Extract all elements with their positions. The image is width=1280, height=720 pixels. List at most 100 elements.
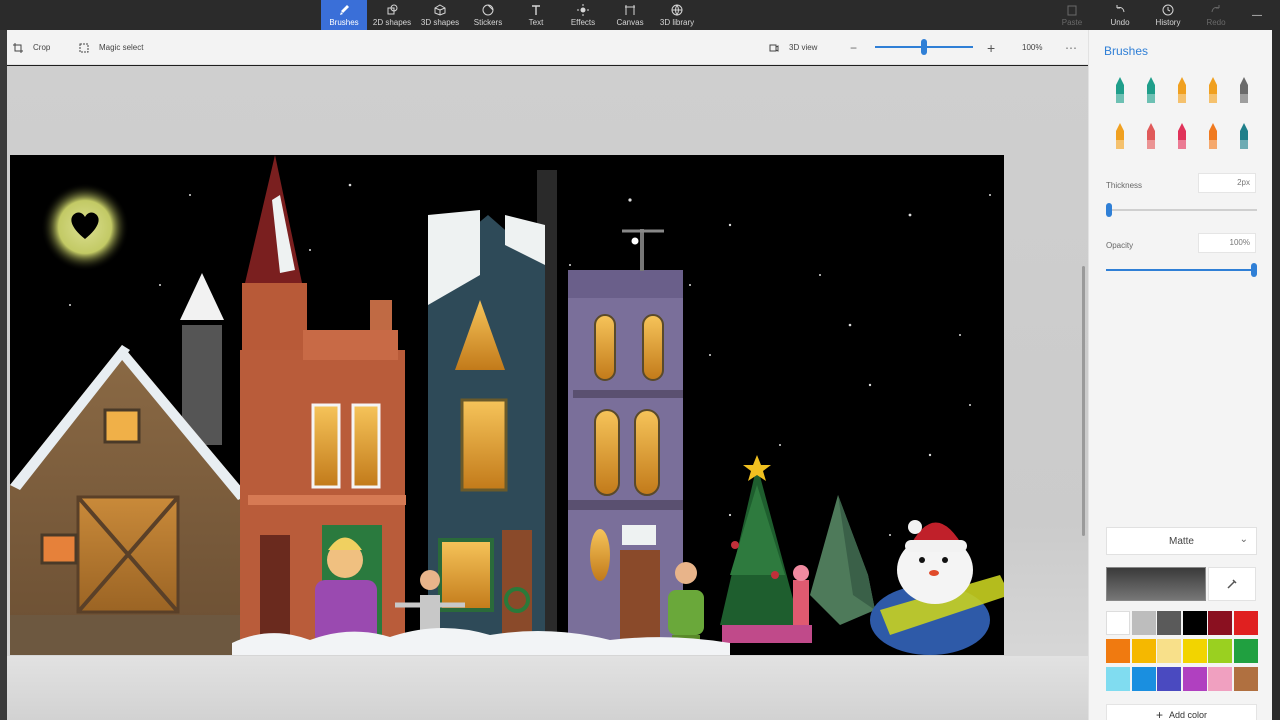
color-swatch[interactable] (1208, 667, 1232, 691)
pixel-pen-icon (1240, 77, 1248, 103)
fill-icon (1240, 123, 1248, 149)
pixel-pen-brush-button[interactable] (1235, 76, 1253, 106)
opacity-label: Opacity (1106, 241, 1134, 250)
thickness-slider-track[interactable] (1106, 209, 1257, 211)
zoom-out-button[interactable]: − (850, 30, 857, 65)
paint3d-window: Brushes 2D shapes 3D shapes Stickers Text Eff… (0, 0, 1280, 720)
tool-2d-shapes[interactable]: 2D shapes (369, 0, 415, 30)
tool-label: Canvas (616, 17, 644, 27)
color-swatch[interactable] (1182, 611, 1207, 635)
3d-library-icon (671, 4, 683, 16)
snowman (870, 520, 1004, 655)
tool-text[interactable]: Text (513, 0, 559, 30)
eyedropper-button[interactable] (1208, 567, 1256, 601)
tool-canvas[interactable]: Canvas (607, 0, 653, 30)
color-swatch[interactable] (1157, 639, 1181, 663)
tool-3d-shapes[interactable]: 3D shapes (417, 0, 463, 30)
color-swatch[interactable] (1157, 611, 1181, 635)
thickness-slider-thumb[interactable] (1106, 203, 1112, 217)
3d-shapes-icon (434, 3, 446, 16)
window-control-button[interactable]: — (1244, 0, 1270, 30)
eraser-brush-button[interactable] (1142, 122, 1160, 152)
color-swatch[interactable] (1233, 611, 1258, 635)
eyedropper-icon (1227, 579, 1237, 589)
history-icon (1162, 4, 1174, 15)
zoom-slider-thumb[interactable] (921, 39, 927, 55)
3d-view-icon (769, 44, 779, 52)
vertical-scrollbar[interactable] (1082, 266, 1085, 536)
marker-icon (1116, 77, 1124, 103)
tool-effects[interactable]: Effects (560, 0, 606, 30)
barn (10, 273, 248, 655)
crayon-brush-button[interactable] (1173, 122, 1191, 152)
undo-label: Undo (1110, 17, 1130, 27)
color-swatch[interactable] (1182, 667, 1207, 691)
color-swatch[interactable] (1233, 667, 1258, 691)
thickness-input[interactable]: 2px (1198, 173, 1256, 193)
opacity-input[interactable]: 100% (1198, 233, 1256, 253)
paste-icon (1067, 5, 1077, 15)
zoom-in-button[interactable]: + (987, 30, 995, 65)
spray-can-brush-button[interactable] (1204, 122, 1222, 152)
more-options-button[interactable]: ⋯ (1065, 30, 1077, 65)
3d-view-label: 3D view (789, 43, 818, 52)
paste-label: Paste (1061, 17, 1083, 27)
chevron-down-icon: ⌄ (1239, 534, 1248, 545)
watercolor-brush-button[interactable] (1204, 76, 1222, 106)
color-swatch[interactable] (1131, 667, 1156, 691)
drawing-canvas[interactable] (10, 155, 1004, 655)
color-swatch[interactable] (1157, 667, 1181, 691)
color-swatch[interactable] (1106, 667, 1130, 691)
tool-brushes[interactable]: Brushes (321, 0, 367, 30)
tool-label: 2D shapes (372, 17, 412, 27)
magic-select-label: Magic select (99, 43, 144, 52)
pencil-brush-button[interactable] (1111, 122, 1129, 152)
fill-brush-button[interactable] (1235, 122, 1253, 152)
oil-brush-brush-button[interactable] (1173, 76, 1191, 106)
tool-stickers[interactable]: Stickers (465, 0, 511, 30)
color-swatch[interactable] (1106, 639, 1130, 663)
undo-button[interactable]: Undo (1098, 0, 1142, 30)
thickness-label: Thickness (1106, 181, 1143, 190)
color-swatch[interactable] (1182, 639, 1207, 663)
redo-label: Redo (1206, 17, 1226, 27)
add-color-button[interactable]: + Add color (1106, 704, 1257, 720)
opacity-slider-track[interactable] (1106, 269, 1257, 271)
pencil-icon (1116, 123, 1124, 149)
calligraphy-pen-brush-button[interactable] (1142, 76, 1160, 106)
redo-button[interactable]: Redo (1194, 0, 1238, 30)
zoom-level: 100% (1022, 43, 1043, 52)
oil-brush-icon (1178, 77, 1186, 103)
marker-brush-button[interactable] (1111, 76, 1129, 106)
tool-label: 3D library (659, 17, 695, 27)
color-swatch[interactable] (1208, 639, 1232, 663)
minus-icon: − (850, 40, 858, 55)
paste-button[interactable]: Paste (1050, 0, 1094, 30)
brushes-panel: Brushes Thickness 2px Opacity 100% Matte… (1088, 30, 1272, 720)
window-left-edge (0, 30, 7, 720)
color-swatch[interactable] (1106, 611, 1130, 635)
redo-icon (1211, 4, 1220, 12)
color-swatch[interactable] (1131, 639, 1156, 663)
finish-value: Matte (1168, 535, 1194, 547)
tool-label: Brushes (329, 17, 359, 27)
calligraphy-pen-icon (1147, 77, 1155, 103)
blue-stone-house (428, 170, 557, 640)
finish-dropdown[interactable]: Matte ⌄ (1106, 527, 1257, 555)
3d-view-button[interactable]: 3D view (769, 30, 817, 65)
color-swatch[interactable] (1131, 611, 1156, 635)
tool-label: Text (528, 17, 544, 27)
crop-button[interactable]: Crop (13, 30, 50, 65)
color-swatch[interactable] (1208, 611, 1232, 635)
tool-label: 3D shapes (420, 17, 460, 27)
magic-select-button[interactable]: Magic select (79, 30, 143, 65)
current-color-swatch[interactable] (1106, 567, 1206, 601)
purple-house (568, 229, 683, 650)
tool-3d-library[interactable]: 3D library (654, 0, 700, 30)
color-swatch[interactable] (1233, 639, 1258, 663)
window-right-edge (1272, 30, 1280, 720)
workspace (7, 66, 1088, 720)
minimize-icon: — (1252, 9, 1262, 21)
opacity-slider-thumb[interactable] (1251, 263, 1257, 277)
history-button[interactable]: History (1146, 0, 1190, 30)
